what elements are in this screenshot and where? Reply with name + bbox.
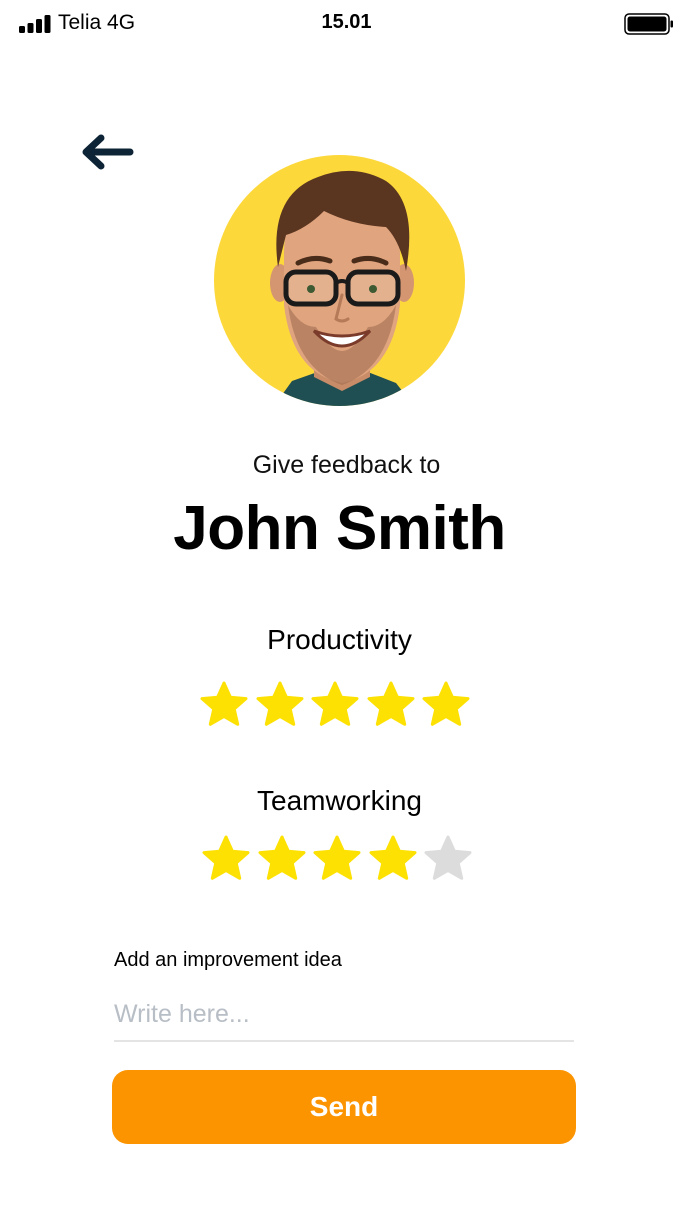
status-time: 15.01 xyxy=(321,11,372,33)
star-filled-icon[interactable] xyxy=(199,680,249,730)
status-bar: Telia 4G 15.01 xyxy=(0,0,693,46)
productivity-rating xyxy=(199,680,477,730)
avatar xyxy=(214,155,465,406)
arrow-left-icon xyxy=(82,134,134,170)
star-empty-icon[interactable] xyxy=(423,834,473,884)
feedback-subtitle: Give feedback to xyxy=(252,451,441,479)
improvement-label: Add an improvement idea xyxy=(114,949,342,971)
battery-full-icon xyxy=(624,13,673,35)
star-filled-icon[interactable] xyxy=(310,680,360,730)
star-filled-icon[interactable] xyxy=(257,834,307,884)
star-filled-icon[interactable] xyxy=(255,680,305,730)
star-filled-icon[interactable] xyxy=(366,680,416,730)
feedback-screen: Telia 4G 15.01 Give feedback to John Smi… xyxy=(0,0,693,1227)
teamworking-rating xyxy=(201,834,479,884)
productivity-label: Productivity xyxy=(267,624,412,655)
teamworking-label: Teamworking xyxy=(257,785,422,816)
star-filled-icon[interactable] xyxy=(421,680,471,730)
star-filled-icon[interactable] xyxy=(368,834,418,884)
back-button[interactable] xyxy=(78,126,140,178)
improvement-input[interactable] xyxy=(114,988,574,1042)
person-name: John Smith xyxy=(173,494,506,563)
star-filled-icon[interactable] xyxy=(201,834,251,884)
star-filled-icon[interactable] xyxy=(312,834,362,884)
send-button[interactable]: Send xyxy=(112,1070,576,1144)
